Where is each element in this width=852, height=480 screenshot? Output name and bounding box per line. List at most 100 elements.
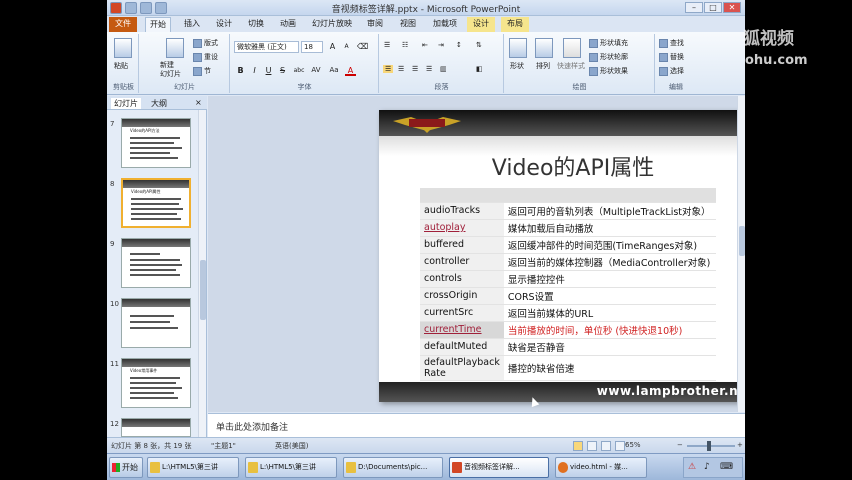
numbering-icon[interactable]: ☷ (402, 41, 408, 49)
section-button[interactable]: 节 (193, 66, 211, 76)
taskbar-item-powerpoint[interactable]: 音视频标签详解... (449, 457, 549, 478)
thumb-line (130, 387, 182, 389)
decrease-indent-icon[interactable]: ⇤ (422, 41, 428, 49)
tab-file[interactable]: 文件 (109, 17, 137, 32)
new-slide-button[interactable]: 新建 幻灯片 (160, 61, 181, 79)
change-case-button[interactable]: Aa (327, 65, 341, 76)
zoom-slider-thumb[interactable] (706, 441, 711, 451)
increase-indent-icon[interactable]: ⇥ (438, 41, 444, 49)
font-name-select[interactable]: 微软雅黑 (正文) (234, 41, 299, 53)
slide-thumbnail-8[interactable]: Video的API属性 (121, 178, 191, 228)
font-color-button[interactable]: A (345, 65, 356, 76)
zoom-out-icon[interactable]: − (677, 441, 683, 449)
minimize-button[interactable]: – (685, 2, 703, 13)
reset-button[interactable]: 重设 (193, 52, 218, 62)
taskbar-item-explorer-1[interactable]: L:\HTML5\第三讲 (147, 457, 239, 478)
slide-sorter-icon[interactable] (587, 441, 597, 451)
reading-view-icon[interactable] (601, 441, 611, 451)
watermark-logo: 狐视频 (743, 29, 794, 49)
line-spacing-icon[interactable]: ↕ (456, 41, 462, 49)
shape-outline-button[interactable]: 形状轮廓 (589, 52, 628, 62)
notes-pane[interactable]: 单击此处添加备注 (208, 413, 745, 437)
tab-transitions[interactable]: 切换 (243, 17, 269, 32)
tab-design[interactable]: 设计 (211, 17, 237, 32)
normal-view-icon[interactable] (573, 441, 583, 451)
arrange-button[interactable]: 排列 (536, 61, 550, 71)
align-right-icon[interactable]: ☰ (412, 65, 418, 73)
slide-thumbnail-10[interactable] (121, 298, 191, 348)
maximize-button[interactable]: □ (704, 2, 722, 13)
shrink-font-button[interactable]: A (341, 41, 352, 52)
input-method-icon[interactable]: ⌨ (720, 462, 733, 472)
shape-fill-button[interactable]: 形状填充 (589, 38, 628, 48)
replace-button[interactable]: 替换 (659, 52, 684, 62)
tab-slideshow[interactable]: 幻灯片放映 (309, 17, 355, 32)
shape-effects-button[interactable]: 形状效果 (589, 66, 628, 76)
tab-slides[interactable]: 幻灯片 (111, 98, 141, 109)
arrange-icon[interactable] (535, 38, 553, 58)
new-slide-icon[interactable] (166, 38, 184, 58)
tab-animations[interactable]: 动画 (275, 17, 301, 32)
scroll-thumb[interactable] (200, 260, 206, 320)
char-spacing-button[interactable]: AV (309, 65, 323, 76)
tab-table-layout[interactable]: 布局 (501, 17, 529, 32)
slide-thumbnail-11[interactable]: Video常用事件 (121, 358, 191, 408)
tab-home[interactable]: 开始 (145, 17, 171, 32)
slide-thumbnail-9[interactable] (121, 238, 191, 288)
taskbar-item-browser[interactable]: video.html - 媒... (555, 457, 647, 478)
layout-button[interactable]: 版式 (193, 38, 218, 48)
powerpoint-icon (452, 462, 462, 473)
language-status[interactable]: 英语(美国) (275, 441, 308, 451)
taskbar-item-explorer-3[interactable]: D:\Documents\pic... (343, 457, 443, 478)
pane-close-icon[interactable]: × (195, 98, 202, 107)
api-properties-table[interactable]: 属性 含义 audioTracks 返回可用的音轨列表（MultipleTrack… (420, 188, 716, 381)
italic-button[interactable]: I (249, 65, 260, 76)
underline-button[interactable]: U (263, 65, 274, 76)
pane-scrollbar[interactable] (198, 110, 206, 437)
shapes-button[interactable]: 形状 (510, 61, 524, 71)
align-center-icon[interactable]: ☰ (398, 65, 404, 73)
quick-styles-button[interactable]: 快速样式 (557, 61, 585, 71)
tab-addins[interactable]: 加载项 (429, 17, 461, 32)
scroll-thumb[interactable] (739, 226, 745, 256)
quick-styles-icon[interactable] (563, 38, 581, 58)
select-button[interactable]: 选择 (659, 66, 684, 76)
close-button[interactable]: ✕ (723, 2, 741, 13)
clear-format-icon[interactable]: ⌫ (357, 41, 368, 52)
volume-icon[interactable]: ♪ (704, 462, 710, 472)
columns-icon[interactable]: ▥ (440, 65, 447, 73)
align-left-icon[interactable]: ☰ (383, 65, 394, 73)
shapes-icon[interactable] (509, 38, 527, 58)
paste-button[interactable]: 粘贴 (114, 61, 128, 71)
find-button[interactable]: 查找 (659, 38, 684, 48)
taskbar-item-explorer-2[interactable]: L:\HTML5\第三讲 (245, 457, 337, 478)
zoom-in-icon[interactable]: + (737, 441, 743, 449)
paste-icon[interactable] (114, 38, 132, 58)
tab-insert[interactable]: 插入 (179, 17, 205, 32)
font-size-select[interactable]: 18 (301, 41, 323, 53)
bullets-icon[interactable]: ☰ (384, 41, 390, 49)
strikethrough-button[interactable]: S (277, 65, 288, 76)
slide[interactable]: Video的API属性 属性 含义 audioTracks 返回可用的音轨列表（M… (379, 110, 745, 402)
tab-view[interactable]: 视图 (395, 17, 421, 32)
tab-table-design[interactable]: 设计 (467, 17, 495, 32)
network-icon[interactable]: ⚠ (688, 462, 696, 472)
slide-thumbnail-12[interactable] (121, 418, 191, 437)
canvas-scrollbar[interactable] (737, 96, 745, 412)
status-bar: 幻灯片 第 8 张，共 19 张 "主题1" 英语(美国) 65% − + (107, 437, 745, 453)
justify-icon[interactable]: ☰ (426, 65, 432, 73)
bold-button[interactable]: B (235, 65, 246, 76)
zoom-slider[interactable] (687, 441, 735, 451)
tab-review[interactable]: 审阅 (362, 17, 388, 32)
slide-title[interactable]: Video的API属性 (379, 150, 745, 182)
zoom-level[interactable]: 65% (625, 441, 641, 449)
smartart-icon[interactable]: ◧ (476, 65, 483, 73)
text-direction-icon[interactable]: ⇅ (476, 41, 482, 49)
slide-thumbnail-7[interactable]: Video的API方法 (121, 118, 191, 168)
shadow-button[interactable]: abc (291, 65, 307, 76)
tab-outline[interactable]: 大纲 (151, 98, 167, 109)
notes-placeholder[interactable]: 单击此处添加备注 (216, 420, 288, 433)
grow-font-button[interactable]: A (327, 41, 338, 52)
start-button[interactable]: 开始 (109, 457, 143, 478)
slideshow-view-icon[interactable] (615, 441, 625, 451)
